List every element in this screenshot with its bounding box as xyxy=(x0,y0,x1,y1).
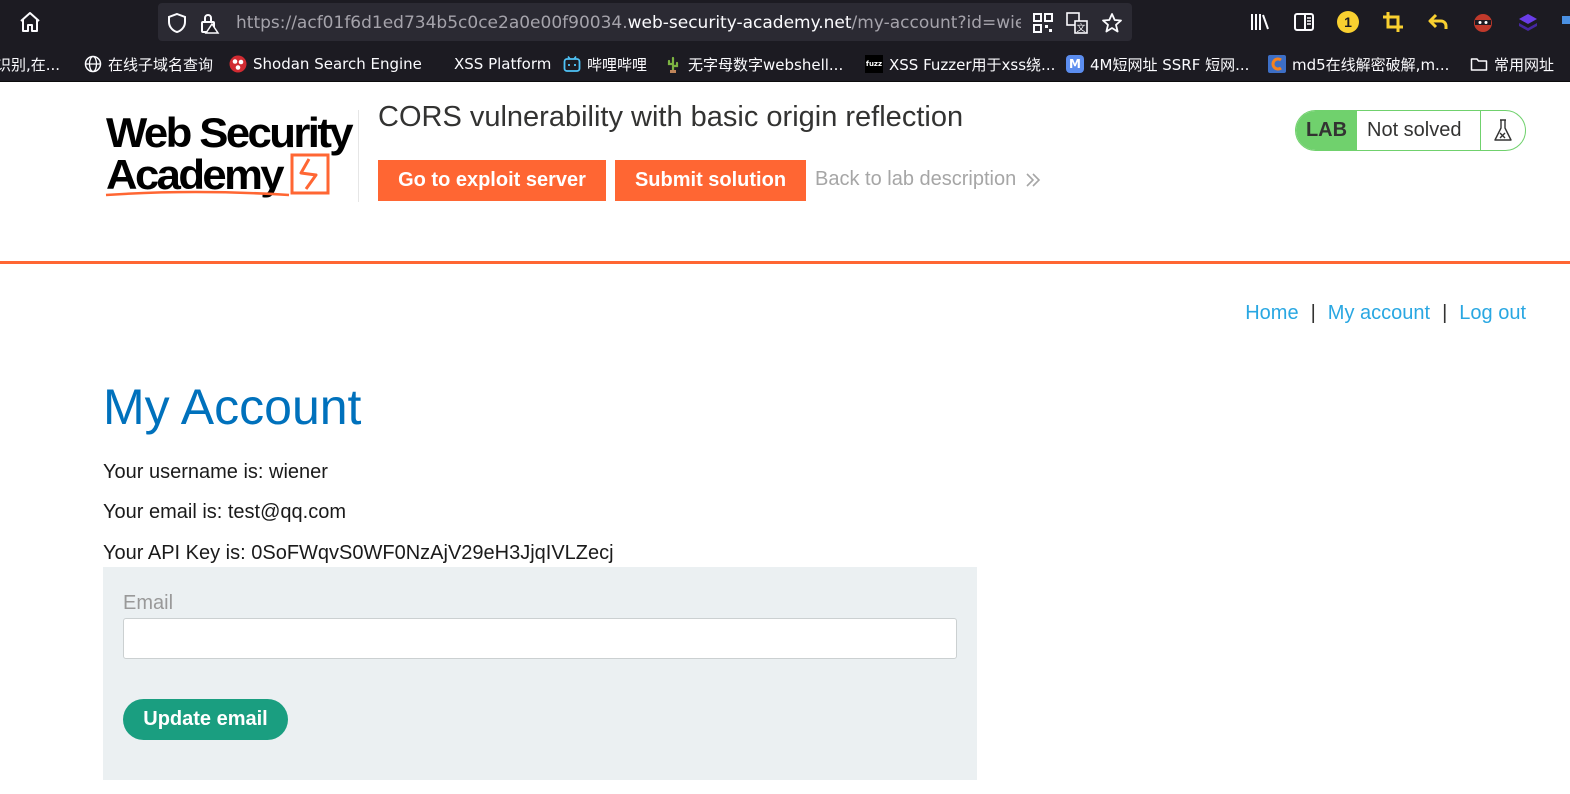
web-security-academy-logo[interactable]: Web Security Academy xyxy=(104,107,356,199)
qr-code-icon[interactable] xyxy=(1032,12,1054,34)
bookmark-label: 识别,在... xyxy=(0,55,61,74)
update-email-form: Email Update email xyxy=(103,567,977,780)
extension-layers-icon[interactable] xyxy=(1517,11,1539,33)
nav-home-link[interactable]: Home xyxy=(1245,302,1298,324)
shodan-icon xyxy=(229,55,247,73)
undo-arrow-icon[interactable] xyxy=(1427,11,1449,33)
home-icon[interactable] xyxy=(18,11,42,33)
lab-badge-label: LAB xyxy=(1296,111,1357,150)
extension-ninja-icon[interactable] xyxy=(1472,11,1494,33)
notification-badge-icon[interactable]: 1 xyxy=(1337,11,1359,33)
library-icon[interactable] xyxy=(1249,11,1271,33)
bookmark-item[interactable]: 哔哩哔哩 xyxy=(563,53,647,75)
bookmark-label: md5在线解密破解,m... xyxy=(1292,55,1450,74)
globe-icon xyxy=(84,55,102,73)
email-label: Email xyxy=(123,592,174,614)
lab-status-text: Not solved xyxy=(1357,111,1481,150)
bookmark-label: 无字母数字webshell... xyxy=(688,55,844,74)
flask-container xyxy=(1481,111,1525,150)
flask-icon xyxy=(1494,118,1512,141)
bookmark-item[interactable]: XSS Platform xyxy=(430,53,551,75)
header-divider xyxy=(0,261,1570,264)
translate-icon[interactable]: 文 xyxy=(1066,12,1088,34)
bookmark-item[interactable]: 无字母数字webshell... xyxy=(664,53,843,75)
logo-line1: Web Security xyxy=(106,109,354,156)
bookmark-label: XSS Platform xyxy=(454,55,552,73)
nav-my-account-link[interactable]: My account xyxy=(1328,302,1430,324)
top-nav: Home | My account | Log out xyxy=(1245,302,1526,325)
lab-title: CORS vulnerability with basic origin ref… xyxy=(378,101,964,133)
m-icon: M xyxy=(1066,55,1084,73)
bookmark-item[interactable]: M 4M短网址 SSRF 短网... xyxy=(1066,53,1249,75)
bookmark-label: 哔哩哔哩 xyxy=(587,55,648,74)
url-prefix: https://acf01f6d1ed734b5c0ce2a0e00f90034… xyxy=(236,13,628,33)
bookmark-folder[interactable]: 常用网址 xyxy=(1470,53,1554,75)
api-key-text: Your API Key is: 0SoFWqvS0WF0NzAjV29eH3J… xyxy=(103,542,614,564)
bookmark-item[interactable]: fuzz XSS Fuzzer用于xss绕... xyxy=(865,53,1055,75)
lock-warning-icon[interactable] xyxy=(200,12,220,34)
bookmark-item[interactable]: 识别,在... xyxy=(0,53,60,75)
star-bookmark-icon[interactable] xyxy=(1101,12,1123,34)
back-to-lab-description-link[interactable]: Back to lab description xyxy=(815,168,1042,191)
email-input[interactable] xyxy=(123,618,957,659)
bookmark-label: 在线子域名查询 xyxy=(108,55,214,74)
address-bar[interactable]: https://acf01f6d1ed734b5c0ce2a0e00f90034… xyxy=(158,3,1132,41)
bookmarks-bar: 识别,在... 在线子域名查询 Shodan Search Engine XSS… xyxy=(0,44,1570,82)
nav-separator: | xyxy=(1310,302,1316,324)
shield-icon[interactable] xyxy=(168,13,186,33)
bookmark-item[interactable]: md5在线解密破解,m... xyxy=(1268,53,1449,75)
logo-divider xyxy=(358,110,359,202)
submit-solution-button[interactable]: Submit solution xyxy=(615,160,806,201)
bilibili-icon xyxy=(563,56,581,72)
bookmark-item[interactable]: Shodan Search Engine xyxy=(229,53,422,75)
bookmark-label: 4M短网址 SSRF 短网... xyxy=(1090,55,1250,74)
bookmark-item[interactable]: 在线子域名查询 xyxy=(84,53,213,75)
bookmark-label: Shodan Search Engine xyxy=(253,55,422,73)
browser-toolbar: https://acf01f6d1ed734b5c0ce2a0e00f90034… xyxy=(0,0,1570,44)
update-email-button[interactable]: Update email xyxy=(123,699,288,740)
go-to-exploit-server-button[interactable]: Go to exploit server xyxy=(378,160,606,201)
folder-icon xyxy=(1470,58,1488,71)
lab-header: Web Security Academy CORS vulnerability … xyxy=(0,83,1570,261)
email-text: Your email is: test@qq.com xyxy=(103,501,346,523)
bookmark-label: XSS Fuzzer用于xss绕... xyxy=(889,55,1056,74)
nav-log-out-link[interactable]: Log out xyxy=(1459,302,1526,324)
page-title: My Account xyxy=(103,379,362,435)
double-chevron-right-icon xyxy=(1026,172,1041,187)
c-logo-icon xyxy=(1268,55,1286,73)
url-text[interactable]: https://acf01f6d1ed734b5c0ce2a0e00f90034… xyxy=(236,12,1021,34)
sidebar-icon[interactable] xyxy=(1293,11,1315,33)
blank-page-icon xyxy=(430,55,448,73)
nav-separator: | xyxy=(1442,302,1448,324)
svg-text:文: 文 xyxy=(1076,22,1085,34)
overflow-edge-icon xyxy=(1562,16,1570,24)
back-link-label: Back to lab description xyxy=(815,168,1017,190)
fuzz-icon: fuzz xyxy=(865,55,883,73)
crop-icon[interactable] xyxy=(1382,11,1404,33)
username-text: Your username is: wiener xyxy=(103,461,328,483)
bookmark-label: 常用网址 xyxy=(1494,55,1555,74)
url-domain: web-security-academy.net xyxy=(627,13,852,33)
cactus-icon xyxy=(667,56,679,73)
url-path: /my-account?id=wiener xyxy=(851,13,1021,33)
lab-status-badge: LAB Not solved xyxy=(1295,110,1526,151)
